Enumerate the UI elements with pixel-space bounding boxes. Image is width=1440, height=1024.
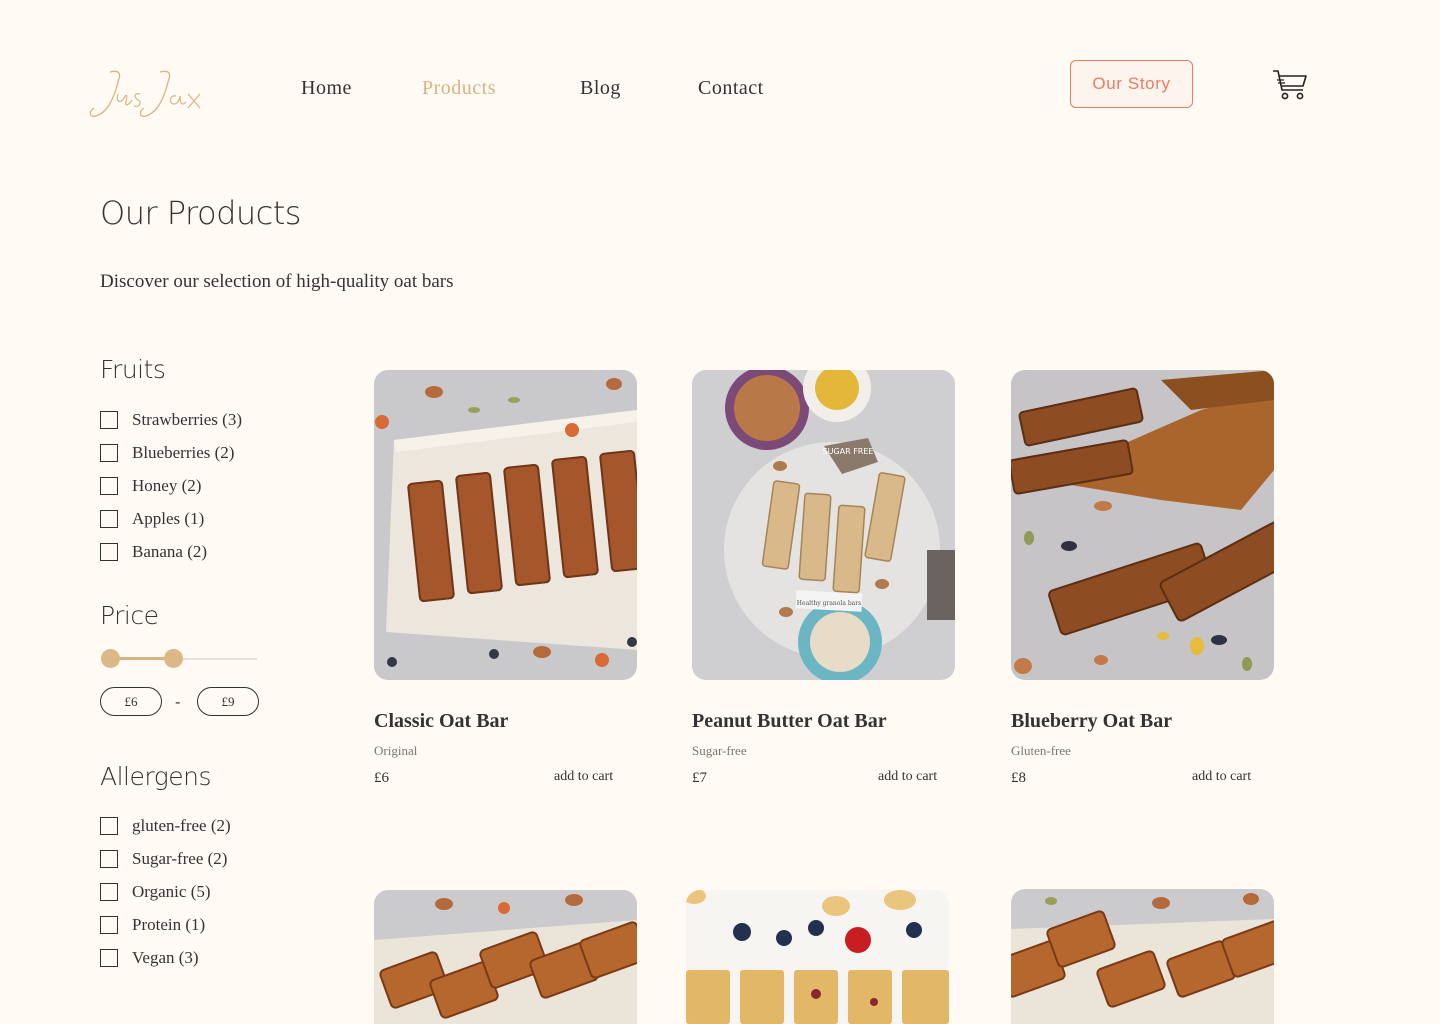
price-separator: - xyxy=(175,692,181,711)
checkbox[interactable] xyxy=(100,543,118,561)
allergen-option-label: Organic (5) xyxy=(132,882,211,901)
page-title: Our Products xyxy=(100,194,301,232)
product-price: £6 xyxy=(374,770,389,786)
checkbox[interactable] xyxy=(100,949,118,967)
nav-products[interactable]: Products xyxy=(422,77,496,100)
add-to-cart-button[interactable]: add to cart xyxy=(1192,769,1251,785)
fruit-option-label: Banana (2) xyxy=(132,542,208,561)
product-name[interactable]: Blueberry Oat Bar xyxy=(1011,710,1172,733)
allergens-filter-title: Allergens xyxy=(100,762,211,791)
fruit-option-blueberries[interactable]: Blueberries (2) xyxy=(100,442,234,464)
checkbox[interactable] xyxy=(100,850,118,868)
price-min-input[interactable]: £6 xyxy=(100,687,162,716)
price-max-input[interactable]: £9 xyxy=(197,687,259,716)
nav-blog[interactable]: Blog xyxy=(580,77,621,100)
nav-home[interactable]: Home xyxy=(301,77,352,100)
product-name[interactable]: Classic Oat Bar xyxy=(374,710,508,733)
checkbox[interactable] xyxy=(100,883,118,901)
checkbox[interactable] xyxy=(100,444,118,462)
fruit-option-label: Blueberries (2) xyxy=(132,443,235,462)
fruit-option-banana[interactable]: Banana (2) xyxy=(100,541,207,563)
product-tag: Original xyxy=(374,743,418,758)
nav-contact[interactable]: Contact xyxy=(698,77,764,100)
product-image-blueberry-oat-bar[interactable] xyxy=(1011,370,1274,680)
checkbox[interactable] xyxy=(100,510,118,528)
allergen-option-gluten-free[interactable]: gluten-free (2) xyxy=(100,815,231,837)
brand-logo[interactable] xyxy=(88,64,206,120)
product-image-6[interactable] xyxy=(1011,889,1274,1024)
checkbox[interactable] xyxy=(100,477,118,495)
fruit-option-strawberries[interactable]: Strawberries (3) xyxy=(100,409,242,431)
fruit-option-label: Apples (1) xyxy=(132,509,205,528)
allergen-option-sugar-free[interactable]: Sugar-free (2) xyxy=(100,848,227,870)
fruit-option-label: Honey (2) xyxy=(132,476,202,495)
add-to-cart-button[interactable]: add to cart xyxy=(878,769,937,785)
sugar-free-sign: SUGAR FREE xyxy=(823,447,874,456)
fruit-option-apples[interactable]: Apples (1) xyxy=(100,508,204,530)
healthy-granola-note: Healthy granola bars xyxy=(797,600,861,607)
fruit-option-honey[interactable]: Honey (2) xyxy=(100,475,201,497)
fruit-option-label: Strawberries (3) xyxy=(132,410,242,429)
product-image-classic-oat-bar[interactable] xyxy=(374,370,637,680)
product-image-5[interactable] xyxy=(686,890,949,1024)
fruits-filter-title: Fruits xyxy=(100,355,166,384)
allergen-option-vegan[interactable]: Vegan (3) xyxy=(100,947,199,969)
allergen-option-label: Sugar-free (2) xyxy=(132,849,228,868)
cart-icon[interactable] xyxy=(1272,68,1308,102)
our-story-button[interactable]: Our Story xyxy=(1070,60,1193,108)
product-price: £7 xyxy=(692,770,707,786)
add-to-cart-button[interactable]: add to cart xyxy=(554,769,613,785)
product-price: £8 xyxy=(1011,770,1026,786)
allergen-option-label: Vegan (3) xyxy=(132,948,199,967)
checkbox[interactable] xyxy=(100,916,118,934)
product-image-peanut-butter-oat-bar[interactable]: SUGAR FREE Healthy granola bars xyxy=(692,370,955,680)
price-slider-max-handle[interactable] xyxy=(163,649,183,668)
price-slider-min-handle[interactable] xyxy=(100,649,120,668)
product-name[interactable]: Peanut Butter Oat Bar xyxy=(692,710,887,733)
checkbox[interactable] xyxy=(100,817,118,835)
product-image-4[interactable] xyxy=(374,890,637,1024)
allergen-option-label: Protein (1) xyxy=(132,915,206,934)
product-tag: Gluten-free xyxy=(1011,743,1071,758)
allergen-option-label: gluten-free (2) xyxy=(132,816,231,835)
allergen-option-protein[interactable]: Protein (1) xyxy=(100,914,205,936)
product-tag: Sugar-free xyxy=(692,743,747,758)
allergen-option-organic[interactable]: Organic (5) xyxy=(100,881,211,903)
price-filter-title: Price xyxy=(100,601,159,630)
page-subtitle: Discover our selection of high-quality o… xyxy=(100,271,454,292)
checkbox[interactable] xyxy=(100,411,118,429)
